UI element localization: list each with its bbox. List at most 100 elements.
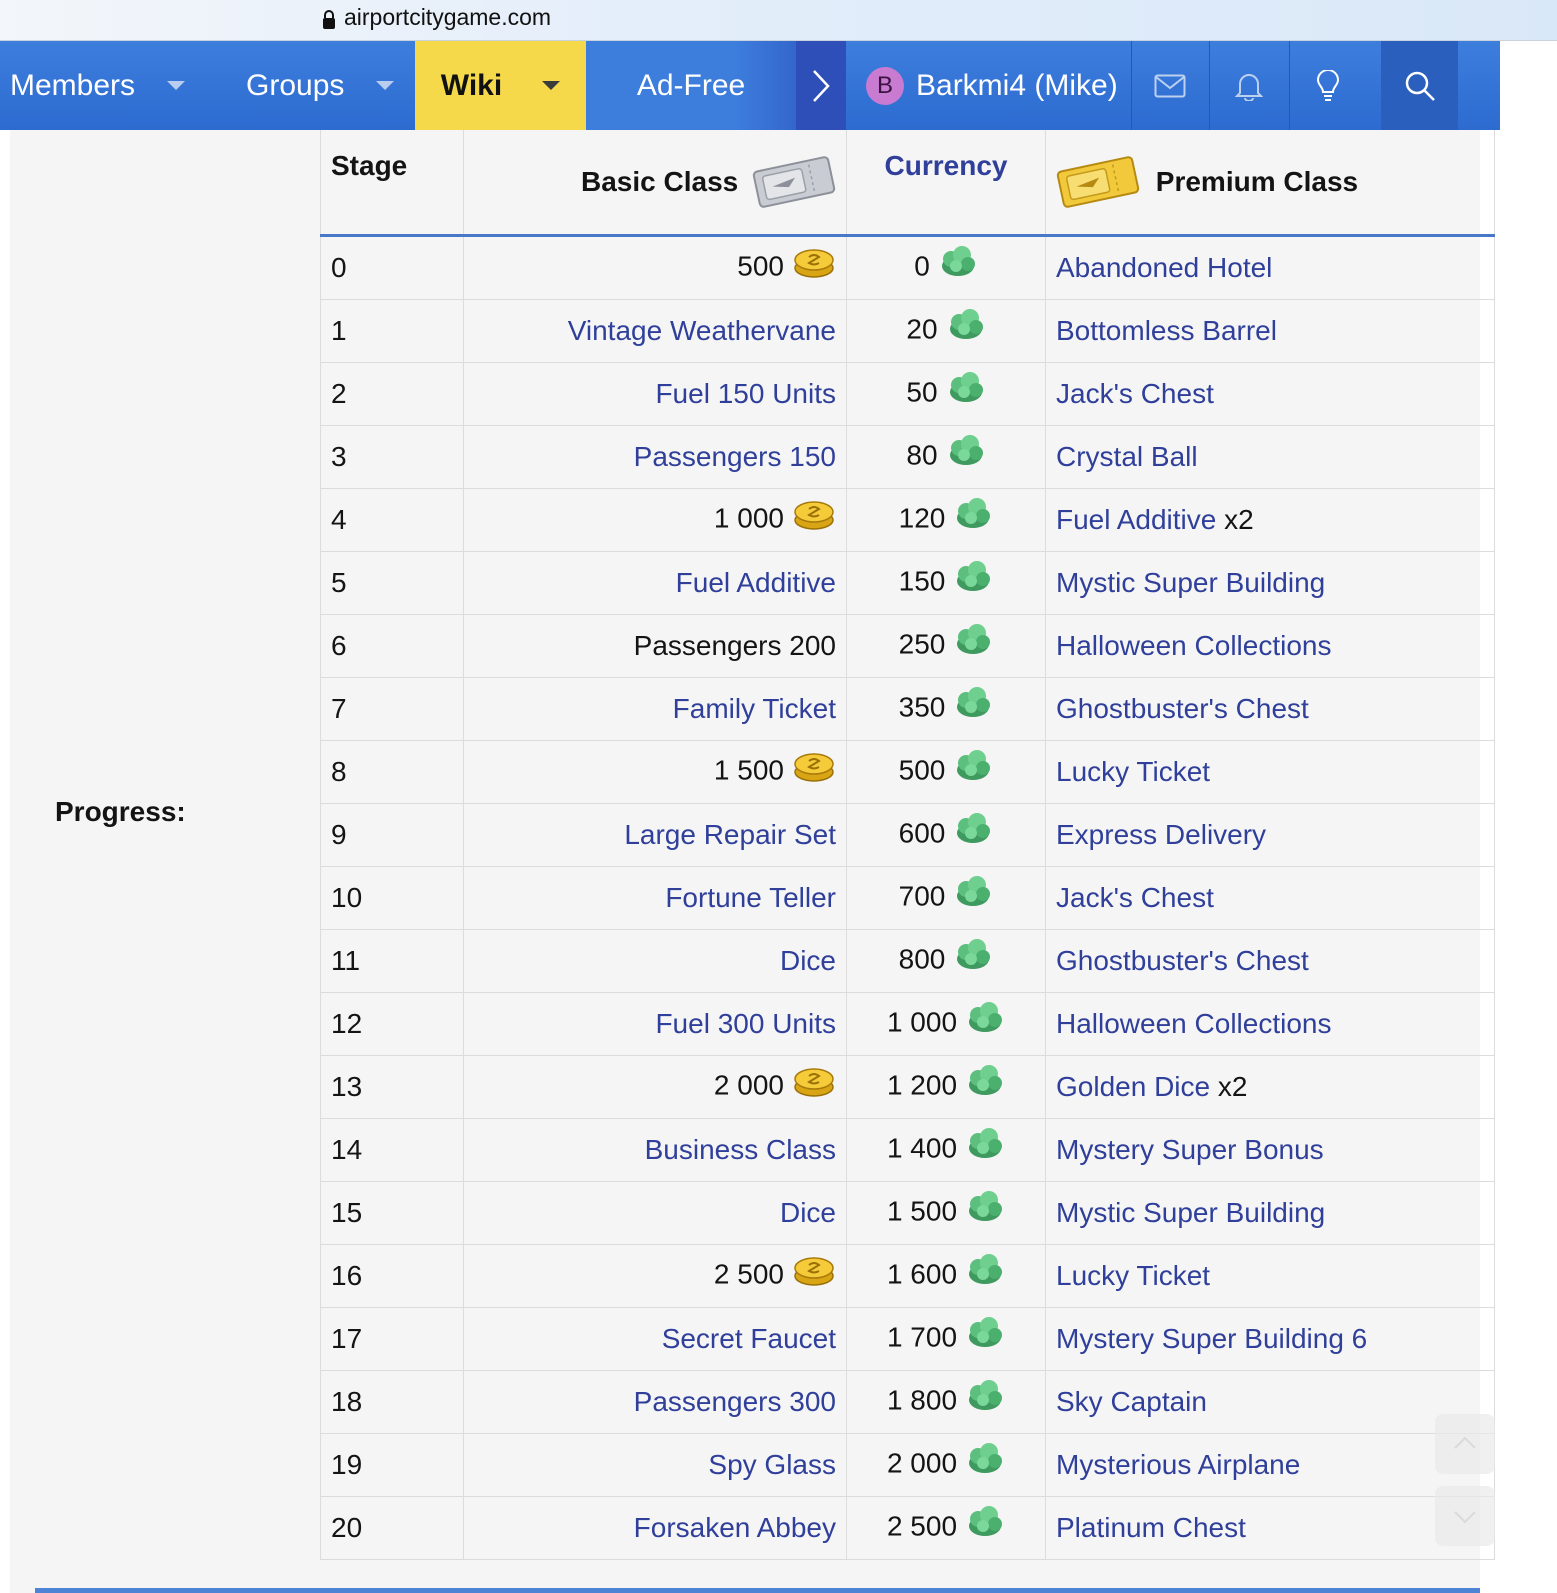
cash-icon bbox=[957, 687, 991, 717]
cell-stage: 17 bbox=[320, 1307, 464, 1371]
nav-search-button[interactable] bbox=[1381, 41, 1458, 130]
basic-reward[interactable]: Dice bbox=[780, 945, 836, 976]
premium-reward[interactable]: Mystic Super Building bbox=[1056, 567, 1325, 598]
user-name[interactable]: Barkmi4 (Mike) bbox=[916, 69, 1118, 103]
cash-icon bbox=[969, 1443, 1003, 1473]
basic-reward[interactable]: Vintage Weathervane bbox=[568, 315, 836, 346]
cash-icon bbox=[957, 876, 991, 906]
currency-amount: 1 500 bbox=[886, 1195, 958, 1227]
nav-members[interactable]: Members bbox=[10, 41, 210, 130]
premium-reward[interactable]: Platinum Chest bbox=[1056, 1512, 1246, 1543]
stage-number: 10 bbox=[331, 882, 363, 913]
header-currency: Currency bbox=[846, 130, 1046, 237]
basic-reward[interactable]: Secret Faucet bbox=[662, 1323, 836, 1354]
cell-premium-class: Abandoned Hotel bbox=[1045, 235, 1495, 300]
arrow-down-icon bbox=[1454, 1511, 1476, 1524]
premium-reward[interactable]: Crystal Ball bbox=[1056, 441, 1198, 472]
basic-reward[interactable]: Fuel Additive bbox=[676, 567, 836, 598]
stage-number: 16 bbox=[331, 1260, 363, 1291]
header-stage: Stage bbox=[320, 130, 464, 237]
premium-reward[interactable]: Mystery Super Bonus bbox=[1056, 1134, 1324, 1165]
premium-reward[interactable]: Golden Dice bbox=[1056, 1071, 1210, 1102]
scroll-up-button[interactable] bbox=[1435, 1414, 1495, 1474]
chevron-down-icon[interactable] bbox=[167, 81, 186, 90]
table-row: 20 Forsaken Abbey 2 500 Platinum Chest bbox=[320, 1496, 1495, 1560]
premium-reward[interactable]: Abandoned Hotel bbox=[1056, 252, 1272, 283]
cell-stage: 7 bbox=[320, 677, 464, 741]
premium-reward[interactable]: Ghostbuster's Chest bbox=[1056, 693, 1309, 724]
nav-ideas[interactable] bbox=[1290, 41, 1366, 130]
nav-groups-label: Groups bbox=[246, 68, 345, 102]
address-bar[interactable]: airportcitygame.com bbox=[0, 0, 1557, 41]
basic-reward[interactable]: Large Repair Set bbox=[624, 819, 836, 850]
cell-basic-class: Forsaken Abbey bbox=[463, 1496, 847, 1560]
basic-reward[interactable]: Fuel 300 Units bbox=[655, 1008, 836, 1039]
nav-inbox[interactable] bbox=[1132, 41, 1208, 130]
basic-reward[interactable]: Business Class bbox=[645, 1134, 836, 1165]
chevron-down-icon[interactable] bbox=[376, 81, 395, 90]
table-row: 18 Passengers 300 1 800 Sky Captain bbox=[320, 1370, 1495, 1434]
cell-stage: 14 bbox=[320, 1118, 464, 1182]
header-stage-label: Stage bbox=[331, 150, 408, 181]
nav-groups[interactable]: Groups bbox=[246, 41, 414, 130]
cell-stage: 0 bbox=[320, 235, 464, 300]
premium-reward[interactable]: Fuel Additive bbox=[1056, 504, 1216, 535]
header-basic-label: Basic Class bbox=[581, 166, 739, 197]
premium-reward[interactable]: Mysterious Airplane bbox=[1056, 1449, 1300, 1480]
basic-reward[interactable]: Dice bbox=[780, 1197, 836, 1228]
basic-reward[interactable]: Family Ticket bbox=[673, 693, 836, 724]
cell-currency: 80 bbox=[846, 425, 1046, 489]
premium-reward[interactable]: Jack's Chest bbox=[1056, 378, 1214, 409]
stage-number: 2 bbox=[331, 378, 347, 409]
table-body: 0 500 0 Abandoned Hotel 1 Vintage Weathervane… bbox=[320, 235, 1495, 1560]
stage-number: 0 bbox=[331, 252, 347, 283]
cell-premium-class: Mystic Super Building bbox=[1045, 551, 1495, 615]
header-premium-class: Premium Class bbox=[1045, 130, 1495, 237]
premium-reward[interactable]: Bottomless Barrel bbox=[1056, 315, 1277, 346]
coins-icon bbox=[794, 1257, 834, 1286]
avatar[interactable]: B bbox=[866, 66, 904, 105]
nav-user[interactable]: B Barkmi4 (Mike) bbox=[866, 41, 1130, 130]
premium-reward[interactable]: Mystery Super Building 6 bbox=[1056, 1323, 1367, 1354]
stage-number: 17 bbox=[331, 1323, 363, 1354]
premium-reward[interactable]: Sky Captain bbox=[1056, 1386, 1207, 1417]
basic-reward[interactable]: Fuel 150 Units bbox=[655, 378, 836, 409]
header-currency-label[interactable]: Currency bbox=[885, 150, 1008, 181]
premium-reward[interactable]: Halloween Collections bbox=[1056, 630, 1331, 661]
basic-reward[interactable]: Passengers 150 bbox=[634, 441, 836, 472]
cell-stage: 16 bbox=[320, 1244, 464, 1308]
scroll-down-button[interactable] bbox=[1435, 1486, 1495, 1546]
cash-icon bbox=[969, 1128, 1003, 1158]
basic-reward[interactable]: Passengers 300 bbox=[634, 1386, 836, 1417]
cell-currency: 2 500 bbox=[846, 1496, 1046, 1560]
premium-reward[interactable]: Ghostbuster's Chest bbox=[1056, 945, 1309, 976]
nav-alerts[interactable] bbox=[1210, 41, 1288, 130]
nav-wiki[interactable]: Wiki bbox=[415, 41, 586, 130]
basic-reward[interactable]: Spy Glass bbox=[708, 1449, 836, 1480]
table-row: 12 Fuel 300 Units 1 000 Halloween Collectio… bbox=[320, 992, 1495, 1056]
cell-stage: 9 bbox=[320, 803, 464, 867]
cell-basic-class: Passengers 200 bbox=[463, 614, 847, 678]
premium-reward[interactable]: Lucky Ticket bbox=[1056, 756, 1210, 787]
basic-reward: 2 500 bbox=[713, 1258, 784, 1290]
premium-reward[interactable]: Express Delivery bbox=[1056, 819, 1266, 850]
premium-reward[interactable]: Mystic Super Building bbox=[1056, 1197, 1325, 1228]
cell-premium-class: Express Delivery bbox=[1045, 803, 1495, 867]
premium-reward[interactable]: Jack's Chest bbox=[1056, 882, 1214, 913]
chevron-down-icon[interactable] bbox=[542, 81, 561, 90]
basic-reward[interactable]: Fortune Teller bbox=[665, 882, 836, 913]
stage-number: 12 bbox=[331, 1008, 363, 1039]
nav-scroll-right[interactable] bbox=[796, 41, 846, 130]
nav-adfree[interactable]: Ad-Free bbox=[586, 41, 796, 130]
url-text[interactable]: airportcitygame.com bbox=[344, 4, 551, 31]
currency-amount: 1 000 bbox=[886, 1006, 958, 1038]
cell-premium-class: Mystery Super Bonus bbox=[1045, 1118, 1495, 1182]
cell-basic-class: Family Ticket bbox=[463, 677, 847, 741]
cell-currency: 150 bbox=[846, 551, 1046, 615]
cash-icon bbox=[969, 1254, 1003, 1284]
cell-currency: 2 000 bbox=[846, 1433, 1046, 1497]
basic-reward[interactable]: Forsaken Abbey bbox=[634, 1512, 836, 1543]
currency-amount: 150 bbox=[898, 565, 946, 597]
premium-reward[interactable]: Lucky Ticket bbox=[1056, 1260, 1210, 1291]
premium-reward[interactable]: Halloween Collections bbox=[1056, 1008, 1331, 1039]
